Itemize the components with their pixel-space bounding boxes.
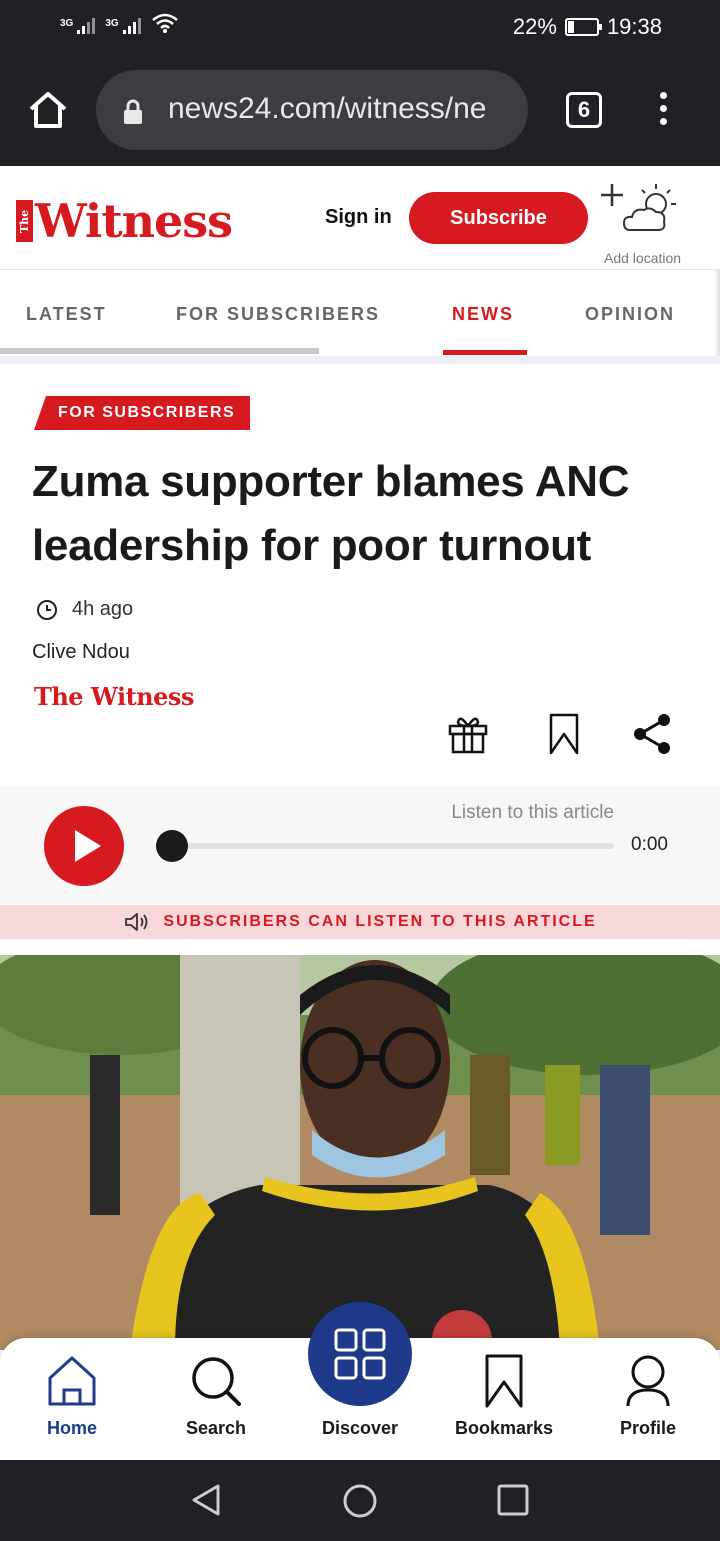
divider	[0, 356, 720, 364]
subscribers-listen-text: SUBSCRIBERS CAN LISTEN TO THIS ARTICLE	[163, 913, 597, 930]
status-bar: 3G 3G 22% 19:38	[0, 0, 720, 56]
url-text[interactable]: news24.com/witness/ne	[168, 92, 518, 126]
author-name[interactable]: Clive Ndou	[32, 641, 130, 664]
time-ago: 4h ago	[72, 598, 134, 620]
home-circle-icon[interactable]	[341, 1482, 379, 1520]
site-header: The Witness Sign in Subscribe Add locati…	[0, 166, 720, 270]
logo-text: Witness	[35, 194, 233, 248]
home-icon	[48, 1356, 96, 1406]
bookmark-icon[interactable]	[542, 712, 586, 756]
nav-profile-label: Profile	[619, 1418, 676, 1438]
discover-button[interactable]	[308, 1302, 412, 1406]
nav-home[interactable]: Home	[12, 1352, 132, 1438]
signal-strength-icon: 3G	[60, 18, 96, 34]
article-headline: Zuma supporter blames ANC leadership for…	[32, 457, 630, 570]
battery-level-fill	[567, 21, 574, 33]
audio-duration: 0:00	[631, 834, 668, 855]
clock: 19:38	[606, 14, 662, 39]
battery-percent: 22%	[512, 14, 557, 39]
recents-icon[interactable]	[495, 1482, 531, 1518]
add-location-label: Add location	[604, 250, 682, 266]
nav-bookmarks-label: Bookmarks	[454, 1418, 554, 1438]
back-icon[interactable]	[188, 1482, 224, 1518]
lock-icon	[124, 99, 142, 124]
play-button[interactable]	[44, 806, 124, 886]
sign-in-link[interactable]: Sign in	[325, 206, 392, 229]
profile-icon	[626, 1355, 670, 1407]
tab-news[interactable]: NEWS	[452, 304, 514, 325]
tab-scrollbar[interactable]	[0, 348, 319, 354]
weather-add-icon	[601, 184, 676, 231]
add-location-button[interactable]: Add location	[600, 180, 700, 266]
share-icon[interactable]	[630, 712, 674, 756]
clock-icon	[37, 599, 57, 620]
overflow-menu-icon[interactable]	[656, 92, 670, 132]
wifi-icon	[151, 13, 178, 33]
article-photo[interactable]	[0, 955, 720, 1350]
system-navigation-bar	[0, 1460, 720, 1541]
audio-scrubber-handle[interactable]	[156, 830, 188, 862]
status-right: 22% 19:38	[513, 14, 662, 40]
bookmark-icon	[485, 1354, 523, 1408]
active-tab-indicator	[443, 350, 527, 355]
audio-player: Listen to this article 0:00	[0, 786, 720, 904]
subscriber-badge: FOR SUBSCRIBERS	[34, 396, 251, 430]
nav-profile[interactable]: Profile	[588, 1352, 708, 1438]
nav-bookmarks[interactable]: Bookmarks	[444, 1352, 564, 1438]
tab-for-subscribers[interactable]: FOR SUBSCRIBERS	[176, 304, 380, 325]
home-icon[interactable]	[26, 88, 70, 132]
publish-time: 4h ago	[36, 598, 133, 621]
browser-toolbar: news24.com/witness/ne 6	[0, 56, 720, 166]
site-logo[interactable]: The Witness	[16, 194, 233, 248]
photo-illustration	[0, 955, 720, 1350]
tab-switcher-button[interactable]: 6	[566, 92, 602, 128]
section-tabs: LATEST FOR SUBSCRIBERS NEWS OPINION	[0, 270, 720, 356]
network-type-label: 3G	[105, 18, 119, 29]
gift-icon[interactable]	[446, 712, 490, 756]
subscribe-button[interactable]: Subscribe	[409, 192, 588, 244]
tab-scroll-fade	[714, 270, 720, 356]
nav-home-label: Home	[46, 1418, 97, 1438]
logo-prefix: The	[16, 200, 33, 242]
search-icon	[192, 1357, 241, 1406]
subscribers-listen-notice[interactable]: SUBSCRIBERS CAN LISTEN TO THIS ARTICLE	[0, 905, 720, 939]
grid-icon	[334, 1328, 386, 1380]
source-logo: The Witness	[34, 682, 194, 711]
nav-discover-label: Discover	[321, 1418, 399, 1438]
network-type-label: 3G	[60, 18, 74, 29]
tab-latest[interactable]: LATEST	[26, 304, 107, 325]
nav-search-label: Search	[185, 1418, 247, 1438]
listen-label: Listen to this article	[451, 802, 614, 823]
tab-opinion[interactable]: OPINION	[585, 304, 675, 325]
signal-indicators: 3G 3G	[60, 12, 179, 34]
signal-strength-icon: 3G	[105, 18, 141, 34]
audio-progress-track[interactable]	[172, 843, 614, 849]
address-bar[interactable]: news24.com/witness/ne	[96, 70, 528, 150]
battery-icon	[564, 18, 602, 36]
speaker-icon	[125, 913, 148, 931]
nav-search[interactable]: Search	[156, 1352, 276, 1438]
